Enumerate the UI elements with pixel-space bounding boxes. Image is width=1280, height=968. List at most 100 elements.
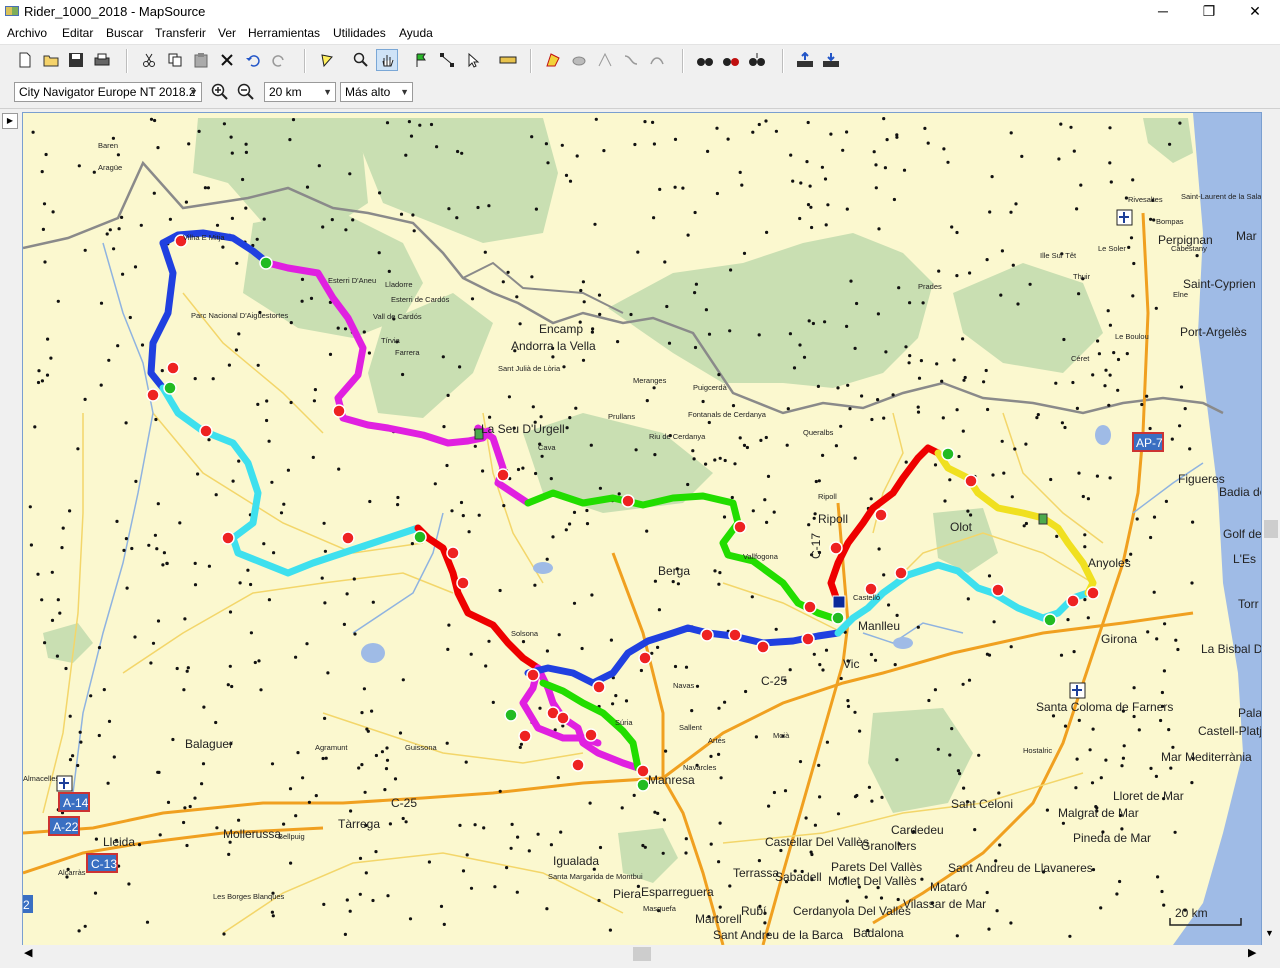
scroll-down-arrow-icon[interactable]: ▼ [1265,928,1274,938]
cut-icon[interactable] [138,49,160,71]
waypoint-red[interactable] [621,494,635,508]
map-view[interactable]: Encamp Andorra la Vella La Seu D'Urgell … [22,112,1262,946]
waypoint-red[interactable] [801,632,815,646]
send-to-device-icon[interactable] [820,49,842,71]
waypoint-red[interactable] [1066,594,1080,608]
waypoint-red[interactable] [496,468,510,482]
waypoint-green[interactable] [941,447,955,461]
delete-icon[interactable] [216,49,238,71]
waypoint-red[interactable] [964,474,978,488]
track-join-icon[interactable] [594,49,616,71]
eraser-icon[interactable] [568,49,590,71]
map-product-select[interactable]: City Navigator Europe NT 2018.2 ▼ [14,82,202,102]
waypoint-red[interactable] [728,628,742,642]
waypoint-green[interactable] [163,381,177,395]
waypoint-red[interactable] [556,711,570,725]
waypoint-green[interactable] [831,611,845,625]
waypoint-red[interactable] [341,531,355,545]
undo-icon[interactable] [242,49,264,71]
flag-marker[interactable] [1038,513,1048,525]
waypoint-red[interactable] [894,566,908,580]
pointer-icon[interactable] [462,49,484,71]
maximize-button[interactable]: ❐ [1186,0,1232,24]
paste-icon[interactable] [190,49,212,71]
shield-ap7: AP-7 [1132,432,1164,452]
waypoint-red[interactable] [571,758,585,772]
town-dot [187,142,191,146]
waypoint-red[interactable] [638,651,652,665]
new-file-icon[interactable] [14,49,36,71]
waypoint-red[interactable] [332,404,346,418]
waypoint-green[interactable] [504,708,518,722]
minimize-button[interactable]: ─ [1140,0,1186,24]
measure-icon[interactable] [497,49,519,71]
waypoint-green[interactable] [413,530,427,544]
waypoint-red[interactable] [518,729,532,743]
waypoint-red[interactable] [526,668,540,682]
open-folder-icon[interactable] [40,49,62,71]
town-dot [1075,207,1079,211]
waypoint-red[interactable] [733,520,747,534]
waypoint-flag-icon[interactable] [410,49,432,71]
waypoint-green[interactable] [1043,613,1057,627]
waypoint-red[interactable] [1086,586,1100,600]
waypoint-red[interactable] [803,600,817,614]
town-dot [987,653,992,657]
redo-icon[interactable] [268,49,290,71]
waypoint-red[interactable] [221,531,235,545]
zoom-in-icon[interactable] [209,81,231,103]
waypoint-red[interactable] [446,546,460,560]
town-dot [792,366,797,370]
sidebar-expand-button[interactable]: ▶ [2,113,18,129]
find-address-icon[interactable] [720,49,742,71]
waypoint-red[interactable] [456,576,470,590]
horizontal-scrollbar[interactable]: ◀ ▶ [22,945,1262,963]
menu-editar[interactable]: Editar [62,26,93,40]
waypoint-red[interactable] [756,640,770,654]
select-icon[interactable] [316,49,338,71]
detail-level-select[interactable]: Más alto ▼ [340,82,413,102]
menu-transferir[interactable]: Transferir [155,26,206,40]
waypoint-red[interactable] [700,628,714,642]
menu-utilidades[interactable]: Utilidades [333,26,386,40]
road-label: C-25 [391,796,417,810]
menu-buscar[interactable]: Buscar [106,26,143,40]
receive-from-device-icon[interactable] [794,49,816,71]
close-button[interactable]: ✕ [1232,0,1278,24]
scroll-left-arrow-icon[interactable]: ◀ [24,946,32,959]
waypoint-red[interactable] [829,541,843,555]
place-label: Mollerussa [223,827,281,841]
vertical-scrollbar[interactable]: ▼ [1262,112,1280,944]
waypoint-red[interactable] [584,728,598,742]
track-divide-icon[interactable] [620,49,642,71]
vertical-scroll-thumb[interactable] [1264,520,1278,538]
print-icon[interactable] [91,49,113,71]
horizontal-scroll-thumb[interactable] [633,947,651,961]
zoom-out-icon[interactable] [235,81,257,103]
track-cyan-west [159,384,422,577]
waypoint-green[interactable] [259,256,273,270]
selected-waypoint-square[interactable] [832,595,846,609]
track-edit-icon[interactable] [542,49,564,71]
waypoint-red[interactable] [166,361,180,375]
waypoint-red[interactable] [592,680,606,694]
waypoint-red[interactable] [874,508,888,522]
zoom-tool-icon[interactable] [350,49,372,71]
find-binoculars-icon[interactable] [694,49,716,71]
pan-hand-icon[interactable] [376,49,398,71]
save-icon[interactable] [65,49,87,71]
map-canvas[interactable]: Encamp Andorra la Vella La Seu D'Urgell … [23,113,1261,945]
menu-ayuda[interactable]: Ayuda [399,26,433,40]
waypoint-red[interactable] [146,388,160,402]
waypoint-red[interactable] [991,583,1005,597]
menu-herramientas[interactable]: Herramientas [248,26,320,40]
zoom-level-select[interactable]: 20 km ▼ [264,82,336,102]
track-filter-icon[interactable] [646,49,668,71]
find-nearest-icon[interactable] [746,49,768,71]
menu-archivo[interactable]: Archivo [7,26,47,40]
menu-ver[interactable]: Ver [218,26,236,40]
scroll-right-arrow-icon[interactable]: ▶ [1248,946,1256,959]
route-tool-icon[interactable] [436,49,458,71]
waypoint-red[interactable] [199,424,213,438]
copy-icon[interactable] [164,49,186,71]
